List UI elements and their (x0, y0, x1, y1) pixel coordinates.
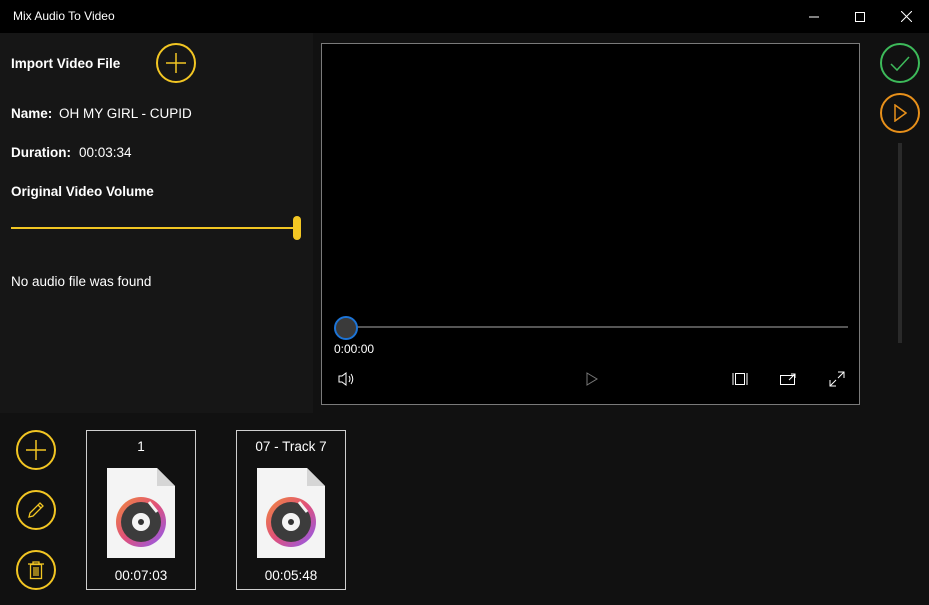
add-audio-button[interactable] (16, 430, 56, 470)
import-video-button[interactable] (156, 43, 196, 83)
name-label: Name: (11, 106, 53, 121)
checkmark-icon (890, 56, 910, 72)
aspect-ratio-icon (732, 373, 748, 385)
action-panel (860, 33, 929, 413)
audio-file-name: 1 (137, 439, 145, 454)
video-info-panel: Import Video File Name: OH MY GIRL - CUP… (0, 33, 313, 413)
import-video-label: Import Video File (11, 56, 121, 71)
audio-file-card[interactable]: 07 - Track 7 00:05:48 (236, 430, 346, 590)
aspect-ratio-button[interactable] (728, 367, 752, 391)
scrollbar[interactable] (898, 143, 902, 343)
volume-slider-thumb[interactable] (293, 216, 301, 240)
window-title: Mix Audio To Video (13, 9, 115, 23)
maximize-button[interactable] (837, 0, 883, 33)
volume-icon (338, 372, 354, 386)
maximize-icon (855, 11, 865, 22)
play-icon (894, 104, 907, 122)
fullscreen-icon (829, 371, 845, 387)
delete-audio-button[interactable] (16, 550, 56, 590)
edit-audio-button[interactable] (16, 490, 56, 530)
preview-button[interactable] (880, 93, 920, 133)
audio-file-name: 07 - Track 7 (255, 439, 327, 454)
volume-label: Original Video Volume (11, 184, 154, 199)
minimize-button[interactable] (791, 0, 837, 33)
title-bar: Mix Audio To Video (0, 0, 929, 33)
seek-thumb[interactable] (334, 316, 358, 340)
cast-button[interactable] (776, 367, 800, 391)
edit-pencil-icon (28, 502, 44, 518)
delete-trash-icon (28, 561, 44, 580)
duration-label: Duration: (11, 145, 71, 160)
audio-file-duration: 00:07:03 (114, 568, 168, 583)
name-value: OH MY GIRL - CUPID (59, 106, 192, 121)
audio-file-duration: 00:05:48 (264, 568, 318, 583)
minimize-icon (809, 16, 819, 17)
confirm-button[interactable] (880, 43, 920, 83)
close-button[interactable] (883, 0, 929, 33)
play-icon (586, 372, 598, 386)
close-icon (900, 11, 912, 22)
music-file-icon (255, 466, 327, 565)
volume-slider-track[interactable] (11, 227, 297, 229)
add-icon (166, 53, 186, 73)
current-time: 0:00:00 (334, 342, 375, 356)
volume-button[interactable] (335, 367, 359, 391)
music-file-icon (105, 466, 177, 565)
cast-icon (780, 373, 796, 385)
audio-file-card[interactable]: 1 00:07:03 (86, 430, 196, 590)
duration-value: 00:03:34 (79, 145, 132, 160)
add-icon (26, 440, 46, 460)
video-player[interactable]: 0:00:00 (321, 43, 860, 405)
audio-files-panel: 1 00:07:03 07 - Track 7 00:05:48 (0, 413, 929, 605)
seek-bar[interactable] (346, 326, 848, 328)
player-play-button[interactable] (580, 367, 604, 391)
fullscreen-button[interactable] (825, 367, 849, 391)
no-audio-message: No audio file was found (11, 274, 152, 289)
